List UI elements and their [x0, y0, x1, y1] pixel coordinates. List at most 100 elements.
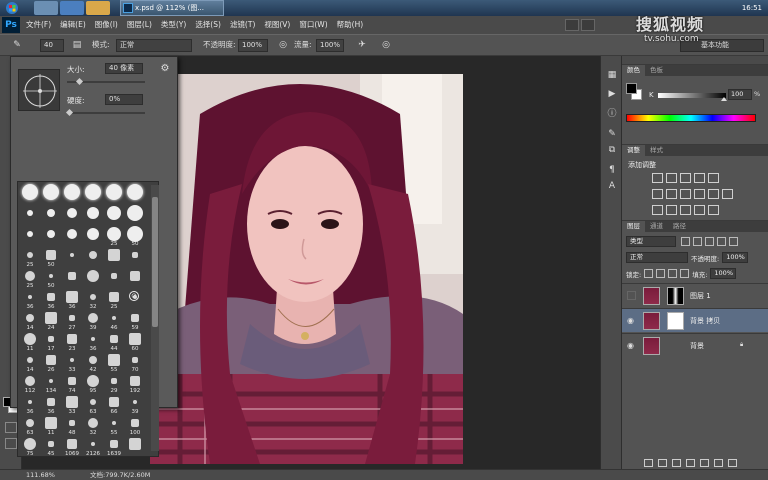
brush-preset[interactable]	[104, 184, 124, 205]
brush-preset[interactable]: 11	[20, 331, 40, 352]
hue-saturation-adjust-icon[interactable]	[652, 189, 663, 199]
layer-filter-select[interactable]: 类型	[626, 236, 676, 247]
brush-preset[interactable]: 100	[125, 415, 145, 436]
flow-input[interactable]: 100%	[316, 39, 344, 52]
brush-list-scrollbar[interactable]	[151, 185, 159, 451]
brush-hardness-slider-thumb[interactable]	[65, 108, 74, 117]
pressure-opacity-icon[interactable]: ◎	[276, 39, 290, 52]
brush-preset[interactable]	[62, 268, 82, 289]
brush-hardness-slider[interactable]	[65, 108, 145, 117]
brush-preset[interactable]	[83, 205, 103, 226]
brush-preset[interactable]	[62, 226, 82, 247]
screen-mode-icon[interactable]	[5, 438, 17, 449]
brush-preset[interactable]	[41, 205, 61, 226]
layer-thumbnail[interactable]	[643, 287, 660, 305]
layer-visibility-eye-icon[interactable]: ◉	[627, 341, 636, 350]
selective-color-adjust-icon[interactable]	[708, 205, 719, 215]
brush-preset[interactable]: 55	[104, 415, 124, 436]
gradient-map-adjust-icon[interactable]	[694, 205, 705, 215]
color-lookup-adjust-icon[interactable]	[722, 189, 733, 199]
info-icon[interactable]: ⓘ	[605, 108, 619, 120]
add-mask-icon[interactable]	[672, 459, 681, 467]
invert-adjust-icon[interactable]	[652, 205, 663, 215]
taskbar-folder-icon[interactable]	[86, 1, 110, 15]
brush-preset[interactable]: 36	[41, 289, 61, 310]
brush-preset[interactable]: 46	[104, 310, 124, 331]
brush-preset[interactable]	[20, 205, 40, 226]
menu-item[interactable]: 文件(F)	[26, 16, 51, 34]
history-icon[interactable]: ▦	[605, 69, 619, 81]
menu-item[interactable]: 帮助(H)	[337, 16, 364, 34]
brush-preset[interactable]: 36	[20, 394, 40, 415]
brush-preset[interactable]: 48	[62, 415, 82, 436]
menu-item[interactable]: 视图(V)	[264, 16, 290, 34]
brush-preset[interactable]	[125, 184, 145, 205]
levels-adjust-icon[interactable]	[666, 173, 677, 183]
character-icon[interactable]: A	[605, 180, 619, 192]
brush-panel-icon[interactable]: ✎	[605, 128, 619, 140]
panel-tab[interactable]: 颜色	[622, 65, 645, 76]
brush-preset[interactable]	[20, 226, 40, 247]
brush-preset[interactable]	[83, 268, 103, 289]
brush-preset[interactable]: 112	[20, 373, 40, 394]
brush-preset[interactable]: 55	[104, 352, 124, 373]
brush-panel-toggle-icon[interactable]: ▤	[70, 39, 84, 52]
brush-size-preset[interactable]: 40	[40, 39, 64, 52]
new-group-icon[interactable]	[700, 459, 709, 467]
brush-preset[interactable]: 33	[62, 352, 82, 373]
k-channel-slider[interactable]	[658, 93, 727, 101]
brush-preset[interactable]: 192	[125, 373, 145, 394]
color-panel-foreground-swatch[interactable]	[626, 83, 637, 94]
brush-preset[interactable]: 11	[41, 415, 61, 436]
taskbar-app-icon[interactable]	[34, 1, 58, 15]
link-layers-icon[interactable]	[644, 459, 653, 467]
brush-preset[interactable]: 39	[83, 310, 103, 331]
brush-preset[interactable]: 25	[104, 289, 124, 310]
layer-visibility-eye-icon[interactable]: ◉	[627, 316, 636, 325]
brush-preset[interactable]: 36	[83, 331, 103, 352]
posterize-adjust-icon[interactable]	[666, 205, 677, 215]
brush-preset[interactable]: 14	[20, 352, 40, 373]
brush-preset[interactable]: 44	[104, 331, 124, 352]
brush-preset[interactable]: 66	[104, 394, 124, 415]
brush-preset[interactable]: 25	[104, 226, 124, 247]
panel-tab[interactable]: 色板	[645, 65, 668, 76]
menu-item[interactable]: 窗口(W)	[299, 16, 327, 34]
filter-smart-icon[interactable]	[729, 237, 738, 246]
brush-preset[interactable]	[41, 226, 61, 247]
brush-preset[interactable]	[104, 205, 124, 226]
layer-fill-input[interactable]: 100%	[710, 268, 737, 279]
brush-preset[interactable]: 63	[20, 415, 40, 436]
menu-item[interactable]: 类型(Y)	[161, 16, 186, 34]
brush-preset[interactable]	[83, 247, 103, 268]
menu-item[interactable]: 编辑(E)	[60, 16, 86, 34]
exposure-adjust-icon[interactable]	[694, 173, 705, 183]
menu-item[interactable]: 滤镜(T)	[230, 16, 255, 34]
filter-shape-icon[interactable]	[717, 237, 726, 246]
brush-preset[interactable]: 50	[41, 268, 61, 289]
layer-name[interactable]: 图层 1	[690, 291, 711, 301]
filter-pixel-icon[interactable]	[681, 237, 690, 246]
brush-preset[interactable]	[20, 184, 40, 205]
brush-size-slider-thumb[interactable]	[76, 77, 84, 86]
threshold-adjust-icon[interactable]	[680, 205, 691, 215]
system-tray[interactable]	[658, 3, 728, 13]
mode-select[interactable]: 正常	[116, 39, 192, 52]
brush-preset[interactable]	[62, 184, 82, 205]
brush-preset[interactable]	[125, 268, 145, 289]
brush-preset[interactable]: 95	[83, 373, 103, 394]
airbrush-icon[interactable]: ✈	[355, 39, 369, 52]
brush-preset[interactable]: 27	[62, 310, 82, 331]
brush-settings-gear-icon[interactable]: ⚙	[159, 63, 171, 75]
navigator-icon[interactable]: ▶	[605, 88, 619, 100]
delete-layer-icon[interactable]	[728, 459, 737, 467]
paragraph-icon[interactable]: ¶	[605, 164, 619, 176]
brush-preset[interactable]: 39	[125, 394, 145, 415]
brush-preset[interactable]: 60	[125, 331, 145, 352]
brush-preset[interactable]: 75	[20, 436, 40, 456]
brush-preset[interactable]: 134	[41, 373, 61, 394]
brush-preset[interactable]: 32	[83, 289, 103, 310]
panel-tab[interactable]: 路径	[668, 221, 691, 232]
brush-preset[interactable]: 17	[41, 331, 61, 352]
start-button[interactable]	[0, 0, 24, 16]
